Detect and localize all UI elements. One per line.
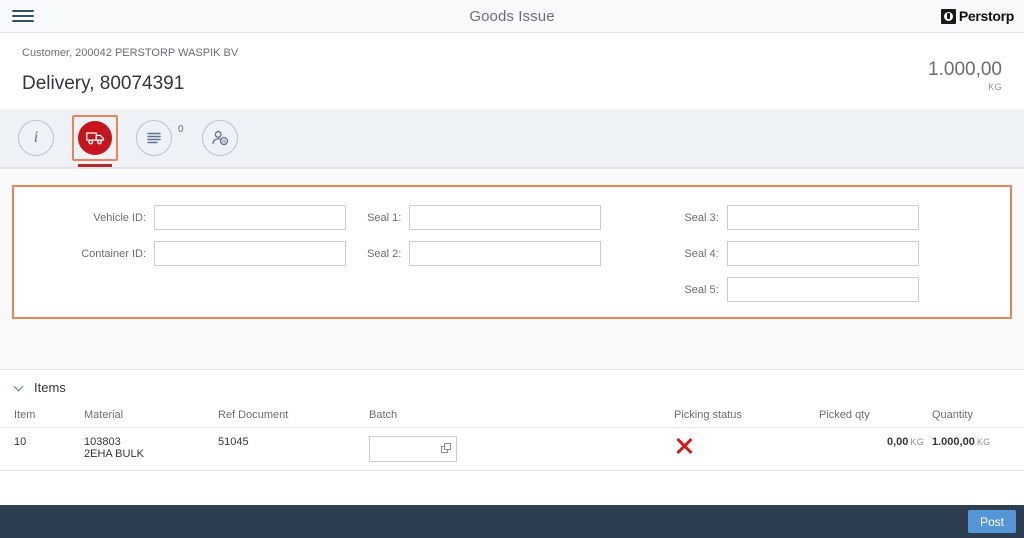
seal-2-input[interactable] bbox=[409, 241, 602, 266]
cell-quantity: 1.000,00 KG bbox=[928, 427, 994, 471]
picked-qty-unit: KG bbox=[910, 437, 924, 447]
header-quantity: 1.000,00 KG bbox=[928, 45, 1002, 92]
shell-bar: Goods Issue Perstorp bbox=[0, 0, 1024, 33]
seal-1-input[interactable] bbox=[409, 205, 602, 230]
page-title: Goods Issue bbox=[469, 7, 555, 25]
seal-column-right: Seal 3: Seal 4: Seal 5: bbox=[675, 205, 1000, 317]
post-button[interactable]: Post bbox=[967, 510, 1016, 533]
cell-material: 103803 2EHA BULK bbox=[80, 427, 214, 471]
person-at-icon: @ bbox=[201, 120, 238, 156]
hamburger-line bbox=[12, 15, 34, 17]
column-header-quantity: Quantity bbox=[928, 404, 1024, 428]
container-id-field: Container ID: bbox=[24, 241, 349, 266]
table-row[interactable]: 10 103803 2EHA BULK 51045 0,00 KG 1.000,… bbox=[0, 427, 1024, 471]
seal-5-label: Seal 5: bbox=[684, 283, 719, 296]
seal-3-field: Seal 3: bbox=[675, 205, 1000, 230]
footer-bar: Post bbox=[0, 505, 1024, 538]
notes-count-badge: 0 bbox=[178, 124, 184, 135]
seal-column-left: Seal 1: Seal 2: bbox=[349, 205, 674, 317]
hamburger-line bbox=[12, 10, 34, 12]
column-header-ref-document: Ref Document bbox=[214, 404, 365, 428]
seal-3-input[interactable] bbox=[726, 205, 919, 230]
seal-1-label: Seal 1: bbox=[367, 211, 402, 224]
items-section: Items Item Material Ref Document Batch P… bbox=[0, 369, 1024, 505]
info-tab[interactable]: i bbox=[18, 120, 54, 156]
notes-tab[interactable]: 0 bbox=[136, 120, 184, 156]
seal-4-label: Seal 4: bbox=[684, 247, 719, 260]
seal-5-input[interactable] bbox=[726, 277, 919, 302]
contacts-tab[interactable]: @ bbox=[201, 120, 238, 156]
items-section-title: Items bbox=[34, 380, 66, 395]
batch-input[interactable] bbox=[369, 436, 457, 462]
brand-name: Perstorp bbox=[958, 8, 1014, 24]
container-id-label: Container ID: bbox=[81, 247, 146, 260]
cell-ref-document: 51045 bbox=[214, 427, 365, 471]
picked-qty-value: 0,00 bbox=[886, 436, 909, 448]
vehicle-id-label: Vehicle ID: bbox=[93, 211, 146, 224]
seal-5-field: Seal 5: bbox=[675, 277, 1000, 302]
container-id-input[interactable] bbox=[154, 241, 346, 266]
column-header-picking-status: Picking status bbox=[670, 404, 815, 428]
svg-text:@: @ bbox=[221, 139, 226, 145]
quantity-value: 1.000,00 bbox=[932, 436, 975, 448]
material-text: 2EHA BULK bbox=[84, 448, 144, 460]
seal-2-label: Seal 2: bbox=[367, 247, 402, 260]
seal-2-field: Seal 2: bbox=[349, 241, 674, 266]
seal-4-input[interactable] bbox=[726, 241, 919, 266]
table-header-row: Item Material Ref Document Batch Picking… bbox=[0, 404, 1024, 428]
hamburger-menu-icon[interactable] bbox=[10, 6, 36, 26]
seal-3-label: Seal 3: bbox=[684, 211, 719, 224]
goods-issue-app: Goods Issue Perstorp Customer, 200042 PE… bbox=[0, 0, 1024, 538]
transport-details-form: Vehicle ID: Container ID: Seal 1: Seal 2… bbox=[12, 185, 1012, 319]
cell-batch bbox=[365, 427, 670, 471]
column-header-material: Material bbox=[80, 404, 214, 428]
cell-item: 10 bbox=[0, 427, 80, 471]
column-header-batch: Batch bbox=[365, 404, 670, 428]
cell-navigation[interactable] bbox=[994, 427, 1024, 471]
transport-tab[interactable] bbox=[72, 115, 118, 167]
info-icon: i bbox=[18, 120, 54, 156]
chevron-down-icon bbox=[14, 382, 25, 393]
vehicle-id-input[interactable] bbox=[154, 205, 346, 230]
table-bottom-spacer bbox=[0, 471, 1024, 505]
vehicle-id-field: Vehicle ID: bbox=[24, 205, 349, 230]
items-section-toggle[interactable]: Items bbox=[0, 370, 1024, 404]
delivery-title: Delivery, 80074391 bbox=[22, 73, 185, 94]
quantity-unit: KG bbox=[976, 437, 991, 447]
material-number: 103803 bbox=[84, 436, 121, 448]
list-icon bbox=[136, 120, 172, 156]
brand-logo: Perstorp bbox=[940, 8, 1014, 24]
seal-1-field: Seal 1: bbox=[349, 205, 674, 230]
cell-picking-status bbox=[670, 427, 815, 471]
column-header-item: Item bbox=[0, 404, 80, 428]
object-page-header: Customer, 200042 PERSTORP WASPIK BV Deli… bbox=[0, 33, 1024, 169]
vehicle-column: Vehicle ID: Container ID: bbox=[24, 205, 349, 317]
customer-line: Customer, 200042 PERSTORP WASPIK BV bbox=[22, 47, 239, 59]
seal-4-field: Seal 4: bbox=[675, 241, 1000, 266]
cell-picked-qty: 0,00 KG bbox=[815, 427, 928, 471]
hamburger-line bbox=[12, 20, 34, 22]
icon-tab-bar: i 0 @ bbox=[0, 109, 1024, 168]
header-quantity-unit: KG bbox=[988, 82, 1002, 92]
perstorp-logo-icon bbox=[940, 8, 956, 24]
header-quantity-value: 1.000,00 bbox=[928, 59, 1002, 80]
truck-icon bbox=[78, 121, 112, 155]
items-table: Item Material Ref Document Batch Picking… bbox=[0, 404, 1024, 471]
column-header-picked-qty: Picked qty bbox=[815, 404, 928, 428]
red-x-icon bbox=[674, 436, 694, 456]
main-content: Vehicle ID: Container ID: Seal 1: Seal 2… bbox=[0, 169, 1024, 369]
